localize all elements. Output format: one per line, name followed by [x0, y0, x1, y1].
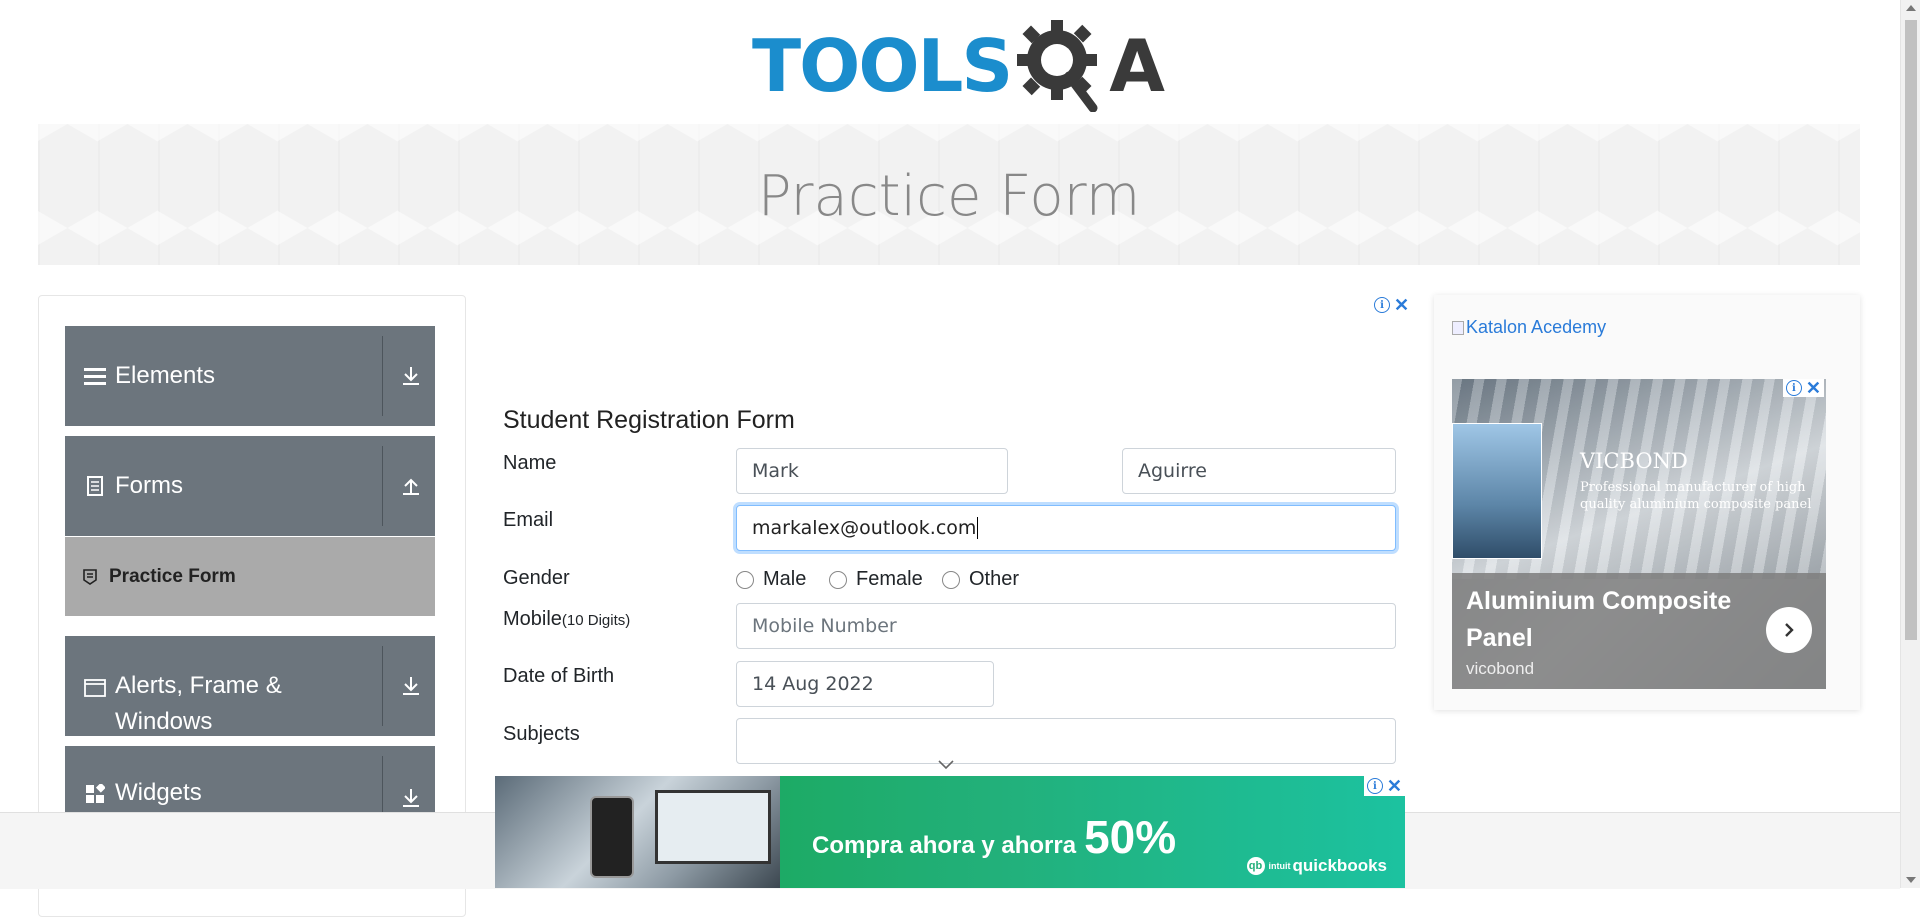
download-icon[interactable]: [397, 362, 425, 390]
sidebar-group-label: Widgets: [115, 779, 202, 806]
ad-offer-percent: 50%: [1084, 811, 1177, 863]
subjects-input[interactable]: [736, 718, 1396, 764]
email-label: Email: [503, 509, 554, 531]
toolsqa-logo[interactable]: TOOLS A: [752, 18, 1165, 113]
mobile-label: Mobile(10 Digits): [503, 608, 630, 631]
ad-controls-right: i ✕: [1782, 379, 1824, 397]
divider: [382, 646, 383, 726]
dob-label: Date of Birth: [503, 665, 615, 687]
email-value: markalex@outlook.com: [752, 517, 977, 539]
radio-label: Other: [969, 568, 1020, 590]
ad-headline[interactable]: Aluminium Composite Panel: [1466, 583, 1766, 657]
sidebar-group-alerts[interactable]: Alerts, Frame & Windows: [65, 636, 435, 736]
mobile-hint: (10 Digits): [561, 612, 631, 629]
hamburger-icon: [83, 364, 107, 388]
first-name-value: Mark: [752, 460, 799, 482]
sidebar-item-label: Practice Form: [109, 565, 236, 587]
page-scrollbar[interactable]: [1900, 0, 1920, 888]
sidebar-item-practice-form[interactable]: Practice Form: [65, 537, 435, 616]
form-title: Student Registration Form: [503, 406, 795, 434]
text-caret: [977, 517, 979, 539]
window-icon: [83, 676, 107, 700]
ad-close-icon[interactable]: ✕: [1394, 296, 1409, 314]
page-title: Practice Form: [757, 164, 1141, 229]
gender-radio-other[interactable]: Other: [942, 568, 1019, 591]
dob-input[interactable]: 14 Aug 2022: [736, 661, 994, 707]
first-name-input[interactable]: Mark: [736, 448, 1008, 494]
qb-logo-prefix: intuit: [1268, 861, 1291, 871]
ad-close-icon[interactable]: ✕: [1806, 379, 1821, 397]
radio-label: Male: [763, 568, 807, 590]
subjects-label: Subjects: [503, 723, 580, 745]
dob-value: 14 Aug 2022: [752, 673, 874, 695]
radio-circle[interactable]: [942, 570, 960, 589]
vicobond-ad[interactable]: VICBOND Professional manufacturer of hig…: [1452, 379, 1826, 689]
gender-radio-male[interactable]: Male: [736, 568, 806, 591]
katalon-alt-text: Katalon Acedemy: [1466, 317, 1607, 337]
ad-info-icon[interactable]: i: [1785, 380, 1802, 396]
last-name-value: Aguirre: [1138, 460, 1207, 482]
sidebar-group-label: Forms: [115, 472, 183, 499]
ad-controls-bottom: i ✕: [1363, 776, 1405, 796]
ad-photo: [495, 776, 780, 888]
sidebar-group-label: Elements: [115, 362, 216, 389]
sidebar-group-label: Alerts, Frame & Windows: [115, 672, 282, 735]
ad-offer-label: Compra ahora y ahorra: [812, 832, 1077, 859]
ad-source: vicobond: [1466, 659, 1535, 678]
ad-caption: Aluminium Composite Panel vicobond: [1452, 573, 1826, 689]
last-name-input[interactable]: Aguirre: [1122, 448, 1396, 494]
ad-brand: VICBOND: [1580, 449, 1688, 473]
gender-label: Gender: [503, 567, 570, 589]
download-icon[interactable]: [397, 784, 425, 812]
mobile-placeholder: Mobile Number: [752, 615, 897, 637]
divider: [382, 446, 383, 526]
sidebar-group-elements[interactable]: Elements: [65, 326, 435, 426]
qb-logo-text: quickbooks: [1292, 856, 1387, 875]
chevron-right-icon[interactable]: [1766, 607, 1812, 653]
ad-offer-text: Compra ahora y ahorra 50%: [812, 810, 1176, 864]
phone-image: [590, 796, 634, 878]
product-thumbnail: [1452, 423, 1542, 559]
ad-info-icon[interactable]: i: [1374, 297, 1390, 313]
ad-tagline: Professional manufacturer of high qualit…: [1580, 480, 1812, 512]
page-banner: Practice Form: [38, 124, 1860, 265]
form-icon: [83, 568, 99, 585]
logo-gear-icon: [1017, 19, 1105, 112]
scroll-down-icon[interactable]: [1906, 877, 1916, 883]
name-label: Name: [503, 452, 557, 474]
scrollbar-thumb[interactable]: [1905, 20, 1917, 640]
scroll-up-icon[interactable]: [1906, 5, 1916, 11]
email-input[interactable]: markalex@outlook.com: [736, 505, 1396, 551]
ad-controls-top: i ✕: [1374, 296, 1409, 314]
upload-icon[interactable]: [397, 472, 425, 500]
ad-info-icon[interactable]: i: [1366, 778, 1383, 794]
katalon-ad-link[interactable]: Katalon Acedemy: [1452, 317, 1606, 338]
document-icon: [83, 474, 107, 498]
broken-image-icon: [1452, 320, 1464, 335]
gender-radio-female[interactable]: Female: [829, 568, 923, 591]
quickbooks-logo: qb intuit quickbooks: [1246, 856, 1387, 876]
logo-suffix: A: [1109, 23, 1165, 108]
chevron-down-icon[interactable]: [937, 758, 955, 776]
laptop-image: [655, 790, 771, 864]
right-ad[interactable]: Katalon Acedemy VICBOND Professional man…: [1434, 295, 1860, 710]
radio-label: Female: [856, 568, 923, 590]
quickbooks-ad[interactable]: Compra ahora y ahorra 50% qb intuit quic…: [495, 776, 1405, 888]
download-icon[interactable]: [397, 672, 425, 700]
mobile-label-text: Mobile: [503, 608, 562, 630]
radio-circle[interactable]: [829, 570, 847, 589]
qb-logo-icon: qb: [1246, 857, 1265, 875]
ad-close-icon[interactable]: ✕: [1387, 777, 1402, 795]
sidebar-group-forms[interactable]: Forms: [65, 436, 435, 536]
logo-text: TOOLS: [752, 23, 1013, 108]
widgets-icon: [83, 782, 107, 806]
radio-circle[interactable]: [736, 570, 754, 589]
divider: [382, 336, 383, 416]
mobile-input[interactable]: Mobile Number: [736, 603, 1396, 649]
